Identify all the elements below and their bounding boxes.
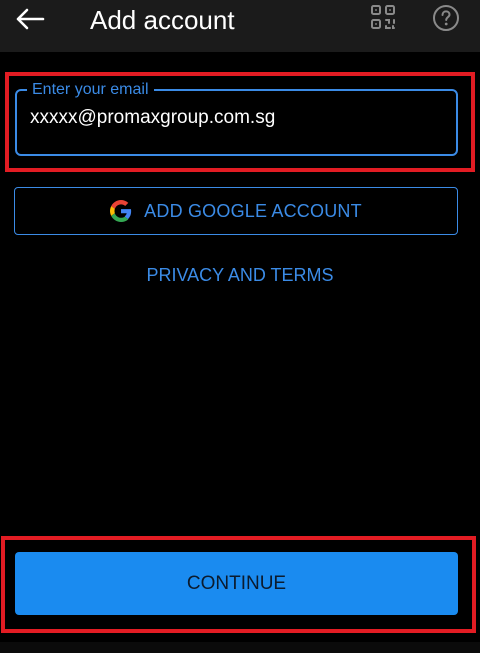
email-field[interactable]: Enter your email bbox=[15, 80, 458, 156]
email-field-label: Enter your email bbox=[27, 80, 154, 100]
add-google-account-button[interactable]: ADD GOOGLE ACCOUNT bbox=[14, 187, 458, 235]
qr-code-icon bbox=[370, 4, 396, 35]
help-button[interactable] bbox=[431, 4, 461, 37]
email-input[interactable] bbox=[30, 107, 440, 129]
qr-code-button[interactable] bbox=[366, 4, 400, 34]
google-logo-icon bbox=[110, 200, 132, 222]
arrow-left-icon bbox=[15, 7, 45, 36]
add-google-account-label: ADD GOOGLE ACCOUNT bbox=[144, 200, 362, 221]
continue-button[interactable]: CONTINUE bbox=[15, 552, 458, 615]
help-circle-icon bbox=[432, 4, 460, 37]
app-screen: Add account Enter your email xxxxx@proma… bbox=[0, 0, 480, 653]
app-toolbar: Add account bbox=[0, 0, 480, 52]
page-title: Add account bbox=[90, 5, 235, 35]
bottom-divider bbox=[0, 642, 480, 653]
back-button[interactable] bbox=[10, 4, 50, 38]
privacy-and-terms-link[interactable]: PRIVACY AND TERMS bbox=[0, 265, 480, 286]
continue-label: CONTINUE bbox=[186, 572, 287, 594]
